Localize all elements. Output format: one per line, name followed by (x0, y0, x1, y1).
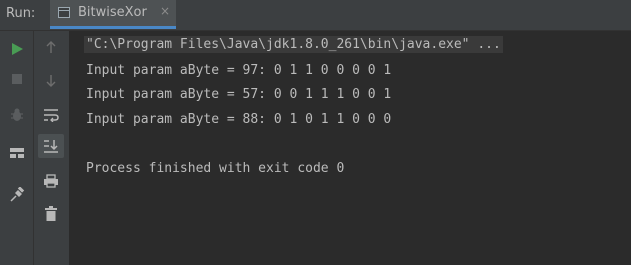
scroll-to-end-button[interactable] (38, 134, 64, 158)
output-line: Input param aByte = 97: 0 1 1 0 0 0 0 1 (86, 63, 392, 78)
scroll-down-button[interactable] (38, 69, 64, 93)
scroll-up-button[interactable] (38, 35, 64, 59)
pin-icon (10, 187, 25, 202)
debug-button[interactable] (4, 103, 30, 127)
soft-wrap-icon (44, 109, 59, 122)
run-toolbar-left (0, 31, 34, 265)
rerun-button[interactable] (4, 37, 30, 61)
printer-icon (44, 174, 58, 188)
output-line: Input param aByte = 57: 0 0 1 1 1 0 0 1 (86, 87, 392, 102)
run-tool-window-header: Run: BitwiseXor × (0, 0, 631, 31)
exit-code-message: Process finished with exit code 0 (86, 161, 345, 176)
stop-icon (12, 74, 22, 84)
bug-icon (11, 108, 23, 121)
tab-close-button[interactable]: × (160, 4, 170, 18)
print-button[interactable] (38, 169, 64, 193)
arrow-up-icon (46, 41, 56, 53)
console-toolbar (34, 31, 70, 265)
output-line: Input param aByte = 88: 0 1 0 1 1 0 0 0 (86, 112, 392, 127)
clear-all-button[interactable] (38, 201, 64, 225)
tab-label: BitwiseXor (78, 5, 147, 20)
tab-bitwisexor[interactable]: BitwiseXor × (50, 0, 176, 29)
console-output[interactable]: "C:\Program Files\Java\jdk1.8.0_261\bin\… (70, 31, 631, 265)
trash-icon (45, 205, 57, 221)
stop-button[interactable] (4, 67, 30, 91)
layout-button[interactable] (4, 141, 30, 165)
play-icon (12, 43, 23, 55)
run-label: Run: (6, 6, 36, 21)
layout-icon (10, 148, 24, 158)
scroll-to-end-icon (44, 140, 58, 153)
arrow-down-icon (46, 75, 56, 87)
console-tab-icon (58, 7, 70, 18)
java-command-line: "C:\Program Files\Java\jdk1.8.0_261\bin\… (84, 36, 503, 53)
pin-tab-button[interactable] (4, 183, 30, 207)
soft-wrap-button[interactable] (38, 103, 64, 127)
